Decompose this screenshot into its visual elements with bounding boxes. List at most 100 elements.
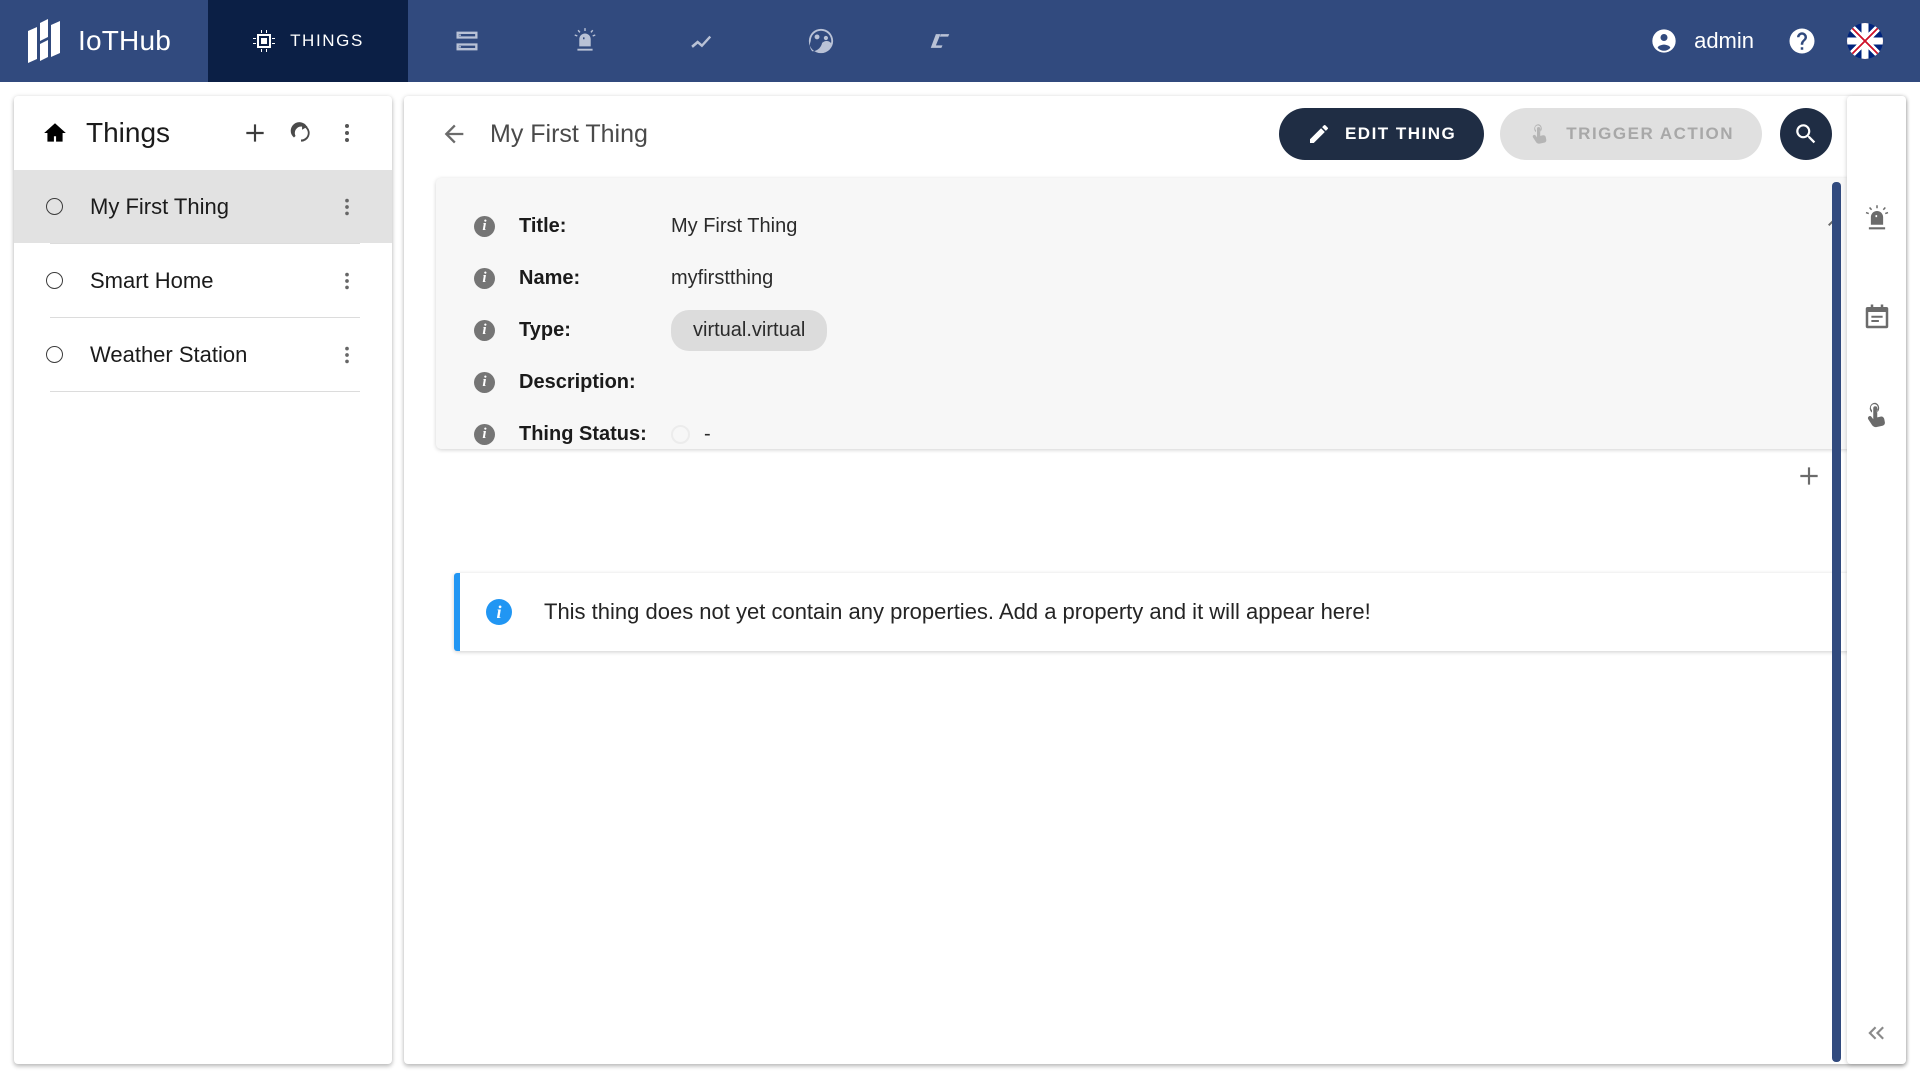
- chevron-double-left-icon: [1867, 1026, 1884, 1040]
- nav-analytics-button[interactable]: [644, 0, 762, 82]
- search-button[interactable]: [1780, 108, 1832, 160]
- analytics-trend-icon: [691, 35, 712, 48]
- edit-thing-label: EDIT THING: [1344, 124, 1457, 143]
- chip-icon: [253, 30, 276, 52]
- sidebar-title: Things: [86, 117, 171, 148]
- info-circle-icon[interactable]: i: [474, 319, 495, 341]
- info-circle-icon[interactable]: i: [474, 215, 495, 237]
- detail-label: Description:: [519, 370, 636, 393]
- account-menu[interactable]: admin: [1634, 0, 1770, 82]
- plus-icon: [1800, 467, 1818, 485]
- detail-row-description: i Description:: [436, 356, 1878, 408]
- calendar-event-icon: [1865, 304, 1888, 329]
- sidebar-header: Things: [14, 96, 392, 170]
- info-circle-icon: i: [486, 599, 512, 625]
- properties-toolbar: [404, 449, 1906, 489]
- more-vertical-icon: [345, 198, 349, 215]
- no-properties-message: This thing does not yet contain any prop…: [544, 599, 1371, 624]
- add-property-button[interactable]: [1796, 463, 1822, 489]
- thing-detail-panel: My First Thing EDIT THING TRIGGER ACTION: [404, 96, 1906, 1064]
- detail-label: Type:: [519, 318, 571, 341]
- uk-flag-icon: [1847, 23, 1883, 59]
- thing-status-circle-icon: [46, 346, 63, 363]
- sidebar-item-smart-home[interactable]: Smart Home: [14, 244, 392, 317]
- detail-value: My First Thing: [671, 214, 798, 237]
- detail-label: Thing Status:: [519, 422, 647, 445]
- info-circle-icon[interactable]: i: [474, 371, 495, 393]
- thing-item-menu-button[interactable]: [324, 332, 370, 378]
- arrow-left-icon: [444, 124, 464, 144]
- thing-item-menu-button[interactable]: [324, 258, 370, 304]
- status-line: -: [671, 423, 711, 446]
- tab-things[interactable]: THINGS: [208, 0, 408, 82]
- detail-row-name: i Name: myfirstthing: [436, 252, 1878, 304]
- info-circle-icon[interactable]: i: [474, 423, 495, 445]
- brand-logo-area[interactable]: IoTHub: [0, 0, 208, 82]
- right-accent-scrollbar[interactable]: [1832, 182, 1841, 1062]
- detail-value: -: [704, 422, 711, 445]
- language-button[interactable]: [1834, 0, 1896, 82]
- collapse-rail-button[interactable]: [1847, 1020, 1906, 1046]
- dashboard-lt-icon: [930, 34, 950, 48]
- add-thing-button[interactable]: [232, 110, 278, 156]
- sidebar-item-weather-station[interactable]: Weather Station: [14, 318, 392, 391]
- nav-users-button[interactable]: [762, 0, 880, 82]
- account-name: admin: [1694, 28, 1754, 53]
- nav-alarms-button[interactable]: [526, 0, 644, 82]
- sidebar-item-label: Smart Home: [90, 267, 214, 293]
- iothub-logo-icon: [28, 19, 60, 63]
- help-button[interactable]: [1770, 0, 1834, 82]
- detail-header: My First Thing EDIT THING TRIGGER ACTION: [404, 96, 1906, 172]
- right-tool-rail: [1847, 96, 1906, 1064]
- search-icon: [1796, 124, 1816, 144]
- rail-events-button[interactable]: [1862, 302, 1892, 332]
- refresh-icon: [290, 122, 310, 142]
- top-navigation-bar: IoTHub THINGS admin: [0, 0, 1920, 82]
- back-button[interactable]: [430, 110, 478, 158]
- nav-dashboard-button[interactable]: [880, 0, 998, 82]
- topbar-right-group: admin: [1634, 0, 1920, 82]
- loading-spinner-icon: [671, 424, 690, 444]
- brand-name: IoTHub: [78, 25, 172, 56]
- users-group-icon: [808, 28, 834, 54]
- alarm-siren-icon: [574, 28, 596, 51]
- refresh-things-button[interactable]: [278, 110, 324, 156]
- thing-details-card: i Title: My First Thing i Name: myfirstt…: [436, 178, 1878, 449]
- rail-actions-button[interactable]: [1862, 400, 1892, 430]
- touch-trigger-icon: [1867, 402, 1885, 428]
- sidebar-item-label: My First Thing: [90, 193, 229, 219]
- nav-devices-button[interactable]: [408, 0, 526, 82]
- touch-pointer-icon: [1533, 124, 1547, 144]
- trigger-action-label: TRIGGER ACTION: [1566, 124, 1734, 143]
- list-divider: [50, 391, 360, 392]
- sidebar-item-my-first-thing[interactable]: My First Thing: [14, 170, 392, 243]
- thing-status-circle-icon: [46, 272, 63, 289]
- more-vertical-icon: [345, 272, 349, 289]
- thing-status-circle-icon: [46, 198, 63, 215]
- trigger-action-button[interactable]: TRIGGER ACTION: [1500, 108, 1762, 160]
- edit-thing-button[interactable]: EDIT THING: [1278, 108, 1485, 160]
- help-circle-icon: [1789, 28, 1815, 54]
- rail-alarms-button[interactable]: [1862, 204, 1892, 234]
- more-vertical-icon: [345, 124, 349, 142]
- detail-value: myfirstthing: [671, 266, 774, 289]
- no-properties-banner: i This thing does not yet contain any pr…: [454, 573, 1870, 651]
- things-sidebar: Things My First Thing Smart Home Weather…: [14, 96, 392, 1064]
- detail-row-thing-status: i Thing Status: -: [436, 408, 1878, 449]
- tab-things-label: THINGS: [290, 31, 364, 50]
- type-chip: virtual.virtual: [671, 309, 828, 351]
- pencil-icon: [1309, 124, 1328, 143]
- info-circle-icon[interactable]: i: [474, 267, 495, 289]
- sidebar-menu-button[interactable]: [324, 110, 370, 156]
- detail-row-type: i Type: virtual.virtual: [436, 304, 1878, 356]
- home-icon[interactable]: [42, 120, 68, 146]
- sidebar-item-label: Weather Station: [90, 341, 248, 367]
- account-circle-icon: [1652, 29, 1676, 53]
- devices-rack-icon: [456, 31, 478, 51]
- alarm-siren-icon: [1865, 205, 1888, 230]
- plus-icon: [246, 124, 264, 142]
- detail-label: Title:: [519, 214, 567, 237]
- thing-item-menu-button[interactable]: [324, 184, 370, 230]
- page-title: My First Thing: [490, 119, 648, 148]
